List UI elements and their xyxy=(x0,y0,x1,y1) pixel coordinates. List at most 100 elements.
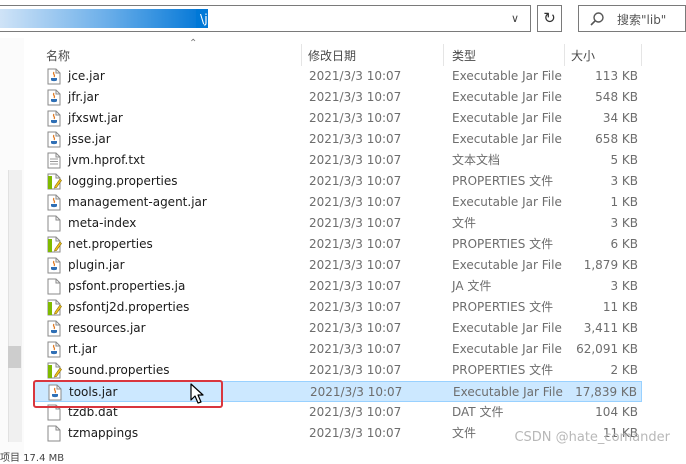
search-placeholder: 搜索"lib" xyxy=(617,13,667,27)
address-selection: \jre1.8.0\lib xyxy=(0,9,271,28)
address-bar-row: \jre1.8.0\lib ∨ ↻ 搜索"lib" xyxy=(0,0,686,38)
file-size: 2 KB xyxy=(610,363,638,377)
file-row[interactable]: resources.jar 2021/3/3 10:07 Executable Ja… xyxy=(34,318,642,339)
file-type: PROPERTIES 文件 xyxy=(452,363,554,377)
file-row[interactable]: psfont.properties.ja 2021/3/3 10:07 JA 文件 3… xyxy=(34,276,642,297)
file-size: 104 KB xyxy=(595,405,638,419)
file-type: JA 文件 xyxy=(452,279,492,293)
jar-file-icon xyxy=(46,320,62,337)
file-row[interactable]: rt.jar 2021/3/3 10:07 Executable Jar File 6… xyxy=(34,339,642,360)
file-name: meta-index xyxy=(68,216,137,230)
jar-file-icon xyxy=(46,257,62,274)
file-row[interactable]: net.properties 2021/3/3 10:07 PROPERTIES 文… xyxy=(34,234,642,255)
file-type: PROPERTIES 文件 xyxy=(452,237,554,251)
watermark: CSDN @hate_comander xyxy=(514,430,670,445)
file-size: 3 KB xyxy=(610,279,638,293)
file-row[interactable]: jsse.jar 2021/3/3 10:07 Executable Jar Fil… xyxy=(34,129,642,150)
file-date: 2021/3/3 10:07 xyxy=(309,69,402,83)
file-type: PROPERTIES 文件 xyxy=(452,174,554,188)
jar-file-icon xyxy=(46,89,62,106)
file-date: 2021/3/3 10:07 xyxy=(309,363,402,377)
file-size: 3,411 KB xyxy=(583,321,638,335)
file-date: 2021/3/3 10:07 xyxy=(309,174,402,188)
file-date: 2021/3/3 10:07 xyxy=(309,342,402,356)
file-size: 34 KB xyxy=(602,111,638,125)
refresh-button[interactable]: ↻ xyxy=(537,5,562,32)
file-name: psfont.properties.ja xyxy=(68,279,186,293)
file-name: jfxswt.jar xyxy=(68,111,123,125)
column-header-name[interactable]: 名称 xyxy=(46,47,70,64)
file-row[interactable]: jvm.hprof.txt 2021/3/3 10:07 文本文档 5 KB xyxy=(34,150,642,171)
search-field[interactable]: 搜索"lib" xyxy=(578,5,686,32)
file-date: 2021/3/3 10:07 xyxy=(309,216,402,230)
file-type: Executable Jar File xyxy=(452,258,562,272)
blank-file-icon xyxy=(46,215,62,232)
blank-file-icon xyxy=(46,278,62,295)
file-date: 2021/3/3 10:07 xyxy=(309,132,402,146)
column-header-type[interactable]: 类型 xyxy=(452,47,476,64)
file-size: 5 KB xyxy=(610,153,638,167)
file-name: plugin.jar xyxy=(68,258,125,272)
file-size: 3 KB xyxy=(610,174,638,188)
jar-file-icon xyxy=(46,110,62,127)
file-name: jfr.jar xyxy=(68,90,99,104)
file-name: psfontj2d.properties xyxy=(68,300,190,314)
properties-file-icon xyxy=(46,362,62,379)
properties-file-icon xyxy=(46,299,62,316)
file-date: 2021/3/3 10:07 xyxy=(309,237,402,251)
file-row[interactable]: meta-index 2021/3/3 10:07 文件 3 KB xyxy=(34,213,642,234)
file-type: Executable Jar File xyxy=(452,111,562,125)
status-text: 项目 17.4 MB xyxy=(0,453,65,464)
column-divider[interactable] xyxy=(443,44,444,66)
file-date: 2021/3/3 10:07 xyxy=(309,153,402,167)
address-field[interactable]: \jre1.8.0\lib ∨ xyxy=(0,5,531,32)
file-size: 1 KB xyxy=(610,195,638,209)
file-row[interactable]: jfr.jar 2021/3/3 10:07 Executable Jar File… xyxy=(34,87,642,108)
mouse-cursor-icon xyxy=(190,383,204,404)
column-header-date[interactable]: 修改日期 xyxy=(308,47,356,64)
navigation-scrollbar[interactable] xyxy=(8,170,22,442)
jar-file-icon xyxy=(46,68,62,85)
file-row[interactable]: sound.properties 2021/3/3 10:07 PROPERTIES… xyxy=(34,360,642,381)
file-type: 文件 xyxy=(452,426,477,440)
column-header-size[interactable]: 大小 xyxy=(571,47,595,64)
file-row[interactable]: jfxswt.jar 2021/3/3 10:07 Executable Jar F… xyxy=(34,108,642,129)
text-file-icon xyxy=(46,152,62,169)
file-row[interactable]: psfontj2d.properties 2021/3/3 10:07 PROPER… xyxy=(34,297,642,318)
file-name: management-agent.jar xyxy=(68,195,207,209)
file-type: Executable Jar File xyxy=(452,132,562,146)
file-type: PROPERTIES 文件 xyxy=(452,300,554,314)
file-row[interactable]: logging.properties 2021/3/3 10:07 PROPERTI… xyxy=(34,171,642,192)
file-row[interactable]: management-agent.jar 2021/3/3 10:07 Execut… xyxy=(34,192,642,213)
properties-file-icon xyxy=(46,236,62,253)
search-icon xyxy=(590,12,604,26)
file-type: Executable Jar File xyxy=(452,90,562,104)
file-date: 2021/3/3 10:07 xyxy=(309,90,402,104)
column-divider[interactable] xyxy=(301,44,302,66)
file-type: 文件 xyxy=(452,216,477,230)
file-size: 6 KB xyxy=(610,237,638,251)
file-size: 548 KB xyxy=(595,90,638,104)
column-divider[interactable] xyxy=(641,44,642,66)
file-type: Executable Jar File xyxy=(452,321,562,335)
file-name: net.properties xyxy=(68,237,153,251)
column-divider[interactable] xyxy=(564,44,565,66)
file-date: 2021/3/3 10:07 xyxy=(309,321,402,335)
file-type: Executable Jar File xyxy=(453,385,563,399)
file-name: tzmappings xyxy=(68,426,139,440)
file-name: sound.properties xyxy=(68,363,170,377)
navigation-scrollbar-thumb[interactable] xyxy=(8,346,21,368)
file-size: 1,879 KB xyxy=(583,258,638,272)
file-type: Executable Jar File xyxy=(452,342,562,356)
file-date: 2021/3/3 10:07 xyxy=(309,426,402,440)
file-name: logging.properties xyxy=(68,174,178,188)
file-size: 3 KB xyxy=(610,216,638,230)
file-name: resources.jar xyxy=(68,321,146,335)
file-row[interactable]: jce.jar 2021/3/3 10:07 Executable Jar File… xyxy=(34,66,642,87)
address-path-text: \jre1.8.0\lib xyxy=(200,11,272,26)
address-history-chevron-icon[interactable]: ∨ xyxy=(508,12,522,26)
file-date: 2021/3/3 10:07 xyxy=(309,195,402,209)
file-name: rt.jar xyxy=(68,342,98,356)
file-size: 17,839 KB xyxy=(575,385,637,399)
file-row[interactable]: plugin.jar 2021/3/3 10:07 Executable Jar F… xyxy=(34,255,642,276)
